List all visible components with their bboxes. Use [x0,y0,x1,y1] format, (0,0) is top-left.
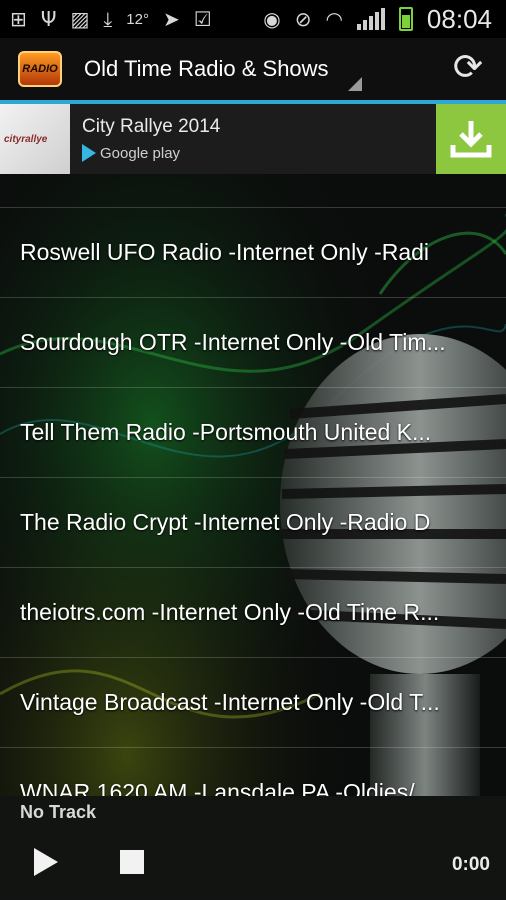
download-icon: ⤓ [103,7,113,31]
station-label: WNAR 1620 AM -Lansdale PA -Oldies/... [20,779,434,796]
google-play-label: Google play [100,144,181,162]
image-icon: ▨ [70,7,90,31]
category-spinner[interactable]: Old Time Radio & Shows [84,41,362,97]
player-bar: No Track 0:00 [0,796,506,900]
google-play-badge[interactable]: Google play [82,144,180,162]
temperature: 12° [126,10,149,28]
list-item[interactable]: WNAR 1620 AM -Lansdale PA -Oldies/... [0,748,506,796]
list-item[interactable]: Roswell UFO Radio -Internet Only -Radi [0,208,506,298]
ad-thumbnail[interactable]: cityrallye [0,104,70,174]
action-bar: RADIO Old Time Radio & Shows ⟳ [0,38,506,100]
list-item-partial[interactable] [0,174,506,208]
stop-button[interactable] [120,850,144,874]
station-label: Tell Them Radio -Portsmouth United K... [20,419,432,445]
status-left: ⊞ Ψ ▨ ⤓ 12° ➤ ☑ [10,9,212,29]
google-play-icon [82,144,96,162]
list-item[interactable]: Tell Them Radio -Portsmouth United K... [0,388,506,478]
status-bar: ⊞ Ψ ▨ ⤓ 12° ➤ ☑ ◉ ⊘ ◠ 08:04 [0,0,506,38]
list-item[interactable]: theiotrs.com -Internet Only -Old Time R.… [0,568,506,658]
station-label: The Radio Crypt -Internet Only -Radio D [20,509,431,535]
download-icon [450,121,492,158]
elapsed-time: 0:00 [451,854,490,875]
list-item[interactable]: Sourdough OTR -Internet Only -Old Tim... [0,298,506,388]
play-button[interactable] [34,848,58,876]
ad-download-button[interactable] [436,104,506,174]
list-item[interactable]: Vintage Broadcast -Internet Only -Old T.… [0,658,506,748]
clipboard-check-icon: ☑ [193,7,212,31]
usb-icon: Ψ [40,7,57,31]
page-title: Old Time Radio & Shows [84,56,329,81]
list-item[interactable]: The Radio Crypt -Internet Only -Radio D [0,478,506,568]
refresh-button[interactable]: ⟳ [450,50,486,86]
location-icon: ➤ [162,7,180,31]
status-right: ◉ ⊘ ◠ 08:04 [263,4,492,35]
spinner-indicator-icon [348,77,362,91]
refresh-icon: ⟳ [452,47,484,88]
battery-icon [398,7,413,31]
logo-text: RADIO [22,63,58,75]
ad-thumbnail-text: cityrallye [4,134,48,145]
add-box-icon: ⊞ [10,7,27,31]
now-playing-label: No Track [20,802,97,822]
ad-title[interactable]: City Rallye 2014 [82,116,220,138]
station-label: Vintage Broadcast -Internet Only -Old T.… [20,689,440,715]
ad-banner[interactable]: cityrallye City Rallye 2014 Google play [0,104,506,174]
mute-icon: ⊘ [294,7,312,31]
clock: 08:04 [426,3,492,34]
wifi-icon: ◠ [325,7,343,31]
station-label: theiotrs.com -Internet Only -Old Time R.… [20,599,440,625]
eye-icon: ◉ [263,7,281,31]
app-logo[interactable]: RADIO [18,51,62,87]
station-label: Sourdough OTR -Internet Only -Old Tim... [20,329,446,355]
signal-icon [356,8,385,30]
station-label: Roswell UFO Radio -Internet Only -Radi [20,239,430,265]
station-list[interactable]: Roswell UFO Radio -Internet Only -Radi S… [0,174,506,796]
